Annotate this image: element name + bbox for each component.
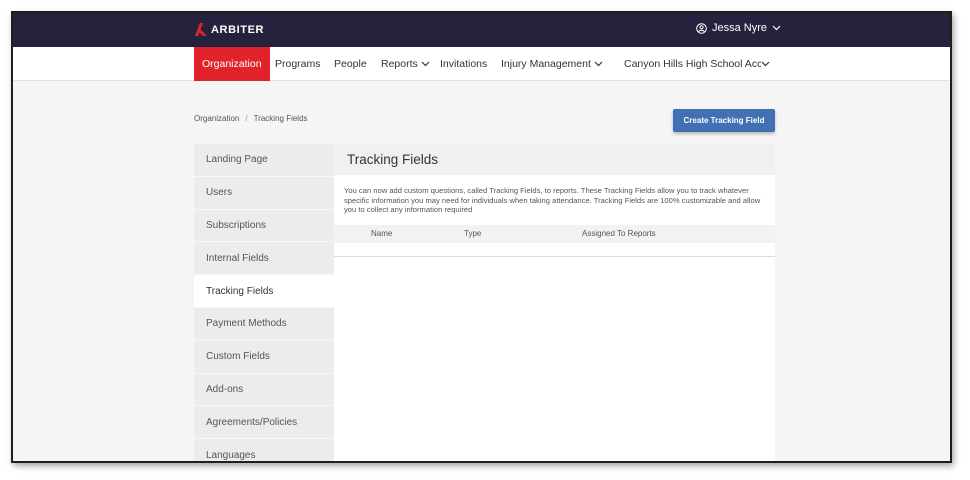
- breadcrumb: Organization / Tracking Fields: [194, 114, 308, 123]
- sidebar-item-custom-fields[interactable]: Custom Fields: [194, 341, 334, 374]
- tracking-fields-panel: Tracking Fields You can now add custom q…: [334, 144, 775, 461]
- nav-item-people[interactable]: People: [334, 47, 367, 81]
- sidebar-item-landing-page[interactable]: Landing Page: [194, 144, 334, 177]
- brand-logo[interactable]: ARBITER: [195, 23, 264, 36]
- user-menu[interactable]: Jessa Nyre: [696, 22, 781, 34]
- nav-label: Reports: [381, 58, 418, 70]
- nav-label: Invitations: [440, 58, 488, 70]
- breadcrumb-separator: /: [245, 114, 248, 123]
- settings-sidebar: Landing Page Users Subscriptions Interna…: [194, 144, 334, 461]
- table-empty-row: [334, 243, 775, 257]
- user-circle-icon: [696, 22, 707, 34]
- user-name: Jessa Nyre: [712, 22, 768, 34]
- breadcrumb-current: Tracking Fields: [253, 114, 308, 123]
- create-tracking-field-button[interactable]: Create Tracking Field: [673, 109, 775, 132]
- table-header: Name Type Assigned To Reports: [334, 225, 775, 243]
- nav-item-programs[interactable]: Programs: [275, 47, 321, 81]
- arbiter-logo-icon: [195, 23, 207, 36]
- breadcrumb-root[interactable]: Organization: [194, 114, 239, 123]
- top-bar: ARBITER Jessa Nyre: [13, 13, 950, 47]
- main-nav: Organization Programs People Reports Inv…: [13, 47, 950, 81]
- chevron-down-icon: [761, 58, 770, 70]
- sidebar-item-payment-methods[interactable]: Payment Methods: [194, 308, 334, 341]
- nav-item-reports[interactable]: Reports: [381, 47, 430, 81]
- nav-label: Organization: [202, 58, 262, 70]
- panel-title: Tracking Fields: [334, 144, 775, 175]
- sidebar-item-subscriptions[interactable]: Subscriptions: [194, 210, 334, 243]
- column-header-type[interactable]: Type: [464, 229, 481, 238]
- sidebar-item-users[interactable]: Users: [194, 177, 334, 210]
- nav-item-account[interactable]: Canyon Hills High School Acco: [624, 47, 770, 81]
- app-window: ARBITER Jessa Nyre Organization Programs: [11, 11, 952, 463]
- nav-item-injury-management[interactable]: Injury Management: [501, 47, 603, 81]
- panel-description: You can now add custom questions, called…: [344, 186, 761, 215]
- brand-name: ARBITER: [211, 23, 265, 36]
- nav-label: Canyon Hills High School Acco: [624, 58, 761, 70]
- sidebar-item-agreements-policies[interactable]: Agreements/Policies: [194, 406, 334, 440]
- chevron-down-icon: [594, 58, 603, 70]
- nav-label: People: [334, 58, 367, 70]
- chevron-down-icon: [421, 58, 430, 70]
- sidebar-item-add-ons[interactable]: Add-ons: [194, 374, 334, 407]
- sidebar-item-languages[interactable]: Languages: [194, 439, 334, 461]
- nav-label: Injury Management: [501, 58, 591, 70]
- nav-item-organization[interactable]: Organization: [194, 47, 270, 81]
- sidebar-item-internal-fields[interactable]: Internal Fields: [194, 242, 334, 276]
- nav-label: Programs: [275, 58, 321, 70]
- column-header-name[interactable]: Name: [371, 229, 392, 238]
- nav-item-invitations[interactable]: Invitations: [440, 47, 487, 81]
- sidebar-item-tracking-fields[interactable]: Tracking Fields: [194, 275, 334, 308]
- chevron-down-icon: [772, 25, 781, 31]
- column-header-assigned-reports[interactable]: Assigned To Reports: [582, 229, 656, 238]
